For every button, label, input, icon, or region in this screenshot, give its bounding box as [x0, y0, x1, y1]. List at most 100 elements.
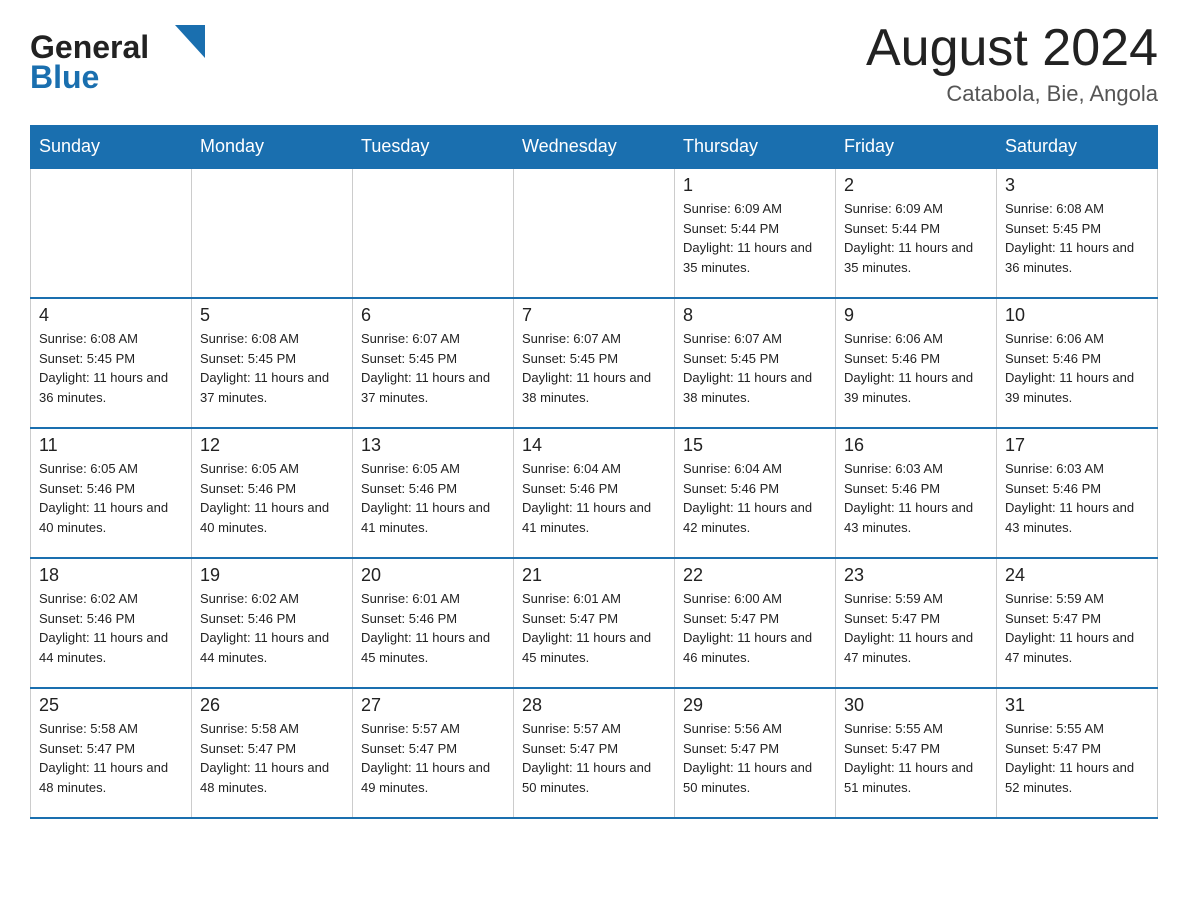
- calendar-cell: 9Sunrise: 6:06 AMSunset: 5:46 PMDaylight…: [836, 298, 997, 428]
- calendar-cell: 20Sunrise: 6:01 AMSunset: 5:46 PMDayligh…: [353, 558, 514, 688]
- day-info: Sunrise: 6:07 AMSunset: 5:45 PMDaylight:…: [683, 329, 827, 407]
- day-info: Sunrise: 6:03 AMSunset: 5:46 PMDaylight:…: [844, 459, 988, 537]
- calendar-cell: 8 Sunrise: 6:07 AMSunset: 5:45 PMDaylight…: [675, 298, 836, 428]
- calendar-cell: 7 Sunrise: 6:07 AMSunset: 5:45 PMDaylight…: [514, 298, 675, 428]
- title-area: August 2024 Catabola, Bie, Angola: [866, 20, 1158, 107]
- calendar-cell: 28 Sunrise: 5:57 AMSunset: 5:47 PMDayligh…: [514, 688, 675, 818]
- calendar-cell: 10Sunrise: 6:06 AMSunset: 5:46 PMDayligh…: [997, 298, 1158, 428]
- calendar-cell: 23 Sunrise: 5:59 AMSunset: 5:47 PMDayligh…: [836, 558, 997, 688]
- day-number: 4: [39, 305, 183, 326]
- day-info: Sunrise: 6:04 AMSunset: 5:46 PMDaylight:…: [683, 459, 827, 537]
- day-number: 12: [200, 435, 344, 456]
- calendar-cell: 25 Sunrise: 5:58 AMSunset: 5:47 PMDayligh…: [31, 688, 192, 818]
- day-info: Sunrise: 5:55 AMSunset: 5:47 PMDaylight:…: [844, 719, 988, 797]
- calendar-cell: 17 Sunrise: 6:03 AMSunset: 5:46 PMDayligh…: [997, 428, 1158, 558]
- calendar-cell: 15 Sunrise: 6:04 AMSunset: 5:46 PMDayligh…: [675, 428, 836, 558]
- day-info: Sunrise: 6:01 AMSunset: 5:47 PMDaylight:…: [522, 589, 666, 667]
- calendar-cell: 1Sunrise: 6:09 AMSunset: 5:44 PMDaylight…: [675, 168, 836, 298]
- day-number: 29: [683, 695, 827, 716]
- calendar-body: 1 Sunrise: 6:09 AMSunset: 5:44 PMDaylight…: [31, 168, 1158, 818]
- page-header: General Blue August 2024 Catabola, Bie, …: [30, 20, 1158, 107]
- calendar-week-3: 11Sunrise: 6:05 AMSunset: 5:46 PMDayligh…: [31, 428, 1158, 558]
- calendar-cell: 3Sunrise: 6:08 AMSunset: 5:45 PMDaylight…: [997, 168, 1158, 298]
- day-number: 21: [522, 565, 666, 586]
- logo-area: General Blue: [30, 20, 220, 95]
- day-number: 22: [683, 565, 827, 586]
- calendar-cell: [514, 168, 675, 298]
- day-number: 24: [1005, 565, 1149, 586]
- day-number: 13: [361, 435, 505, 456]
- calendar-week-5: 25 Sunrise: 5:58 AMSunset: 5:47 PMDayligh…: [31, 688, 1158, 818]
- day-info: Sunrise: 6:08 AMSunset: 5:45 PMDaylight:…: [200, 329, 344, 407]
- calendar-week-2: 4 Sunrise: 6:08 AMSunset: 5:45 PMDaylight…: [31, 298, 1158, 428]
- day-info: Sunrise: 5:57 AMSunset: 5:47 PMDaylight:…: [522, 719, 666, 797]
- day-number: 27: [361, 695, 505, 716]
- calendar-cell: 11Sunrise: 6:05 AMSunset: 5:46 PMDayligh…: [31, 428, 192, 558]
- calendar-week-4: 18 Sunrise: 6:02 AMSunset: 5:46 PMDayligh…: [31, 558, 1158, 688]
- day-info: Sunrise: 6:03 AMSunset: 5:46 PMDaylight:…: [1005, 459, 1149, 537]
- day-info: Sunrise: 6:05 AMSunset: 5:46 PMDaylight:…: [39, 459, 183, 537]
- day-info: Sunrise: 6:05 AMSunset: 5:46 PMDaylight:…: [361, 459, 505, 537]
- col-monday: Monday: [192, 126, 353, 169]
- day-info: Sunrise: 6:00 AMSunset: 5:47 PMDaylight:…: [683, 589, 827, 667]
- calendar-cell: 21 Sunrise: 6:01 AMSunset: 5:47 PMDayligh…: [514, 558, 675, 688]
- day-number: 17: [1005, 435, 1149, 456]
- day-info: Sunrise: 6:04 AMSunset: 5:46 PMDaylight:…: [522, 459, 666, 537]
- calendar-cell: 14 Sunrise: 6:04 AMSunset: 5:46 PMDayligh…: [514, 428, 675, 558]
- calendar-cell: 29Sunrise: 5:56 AMSunset: 5:47 PMDayligh…: [675, 688, 836, 818]
- day-number: 5: [200, 305, 344, 326]
- header-row: Sunday Monday Tuesday Wednesday Thursday…: [31, 126, 1158, 169]
- svg-text:Blue: Blue: [30, 59, 99, 95]
- day-info: Sunrise: 6:02 AMSunset: 5:46 PMDaylight:…: [200, 589, 344, 667]
- day-number: 14: [522, 435, 666, 456]
- day-number: 1: [683, 175, 827, 196]
- day-number: 15: [683, 435, 827, 456]
- day-info: Sunrise: 6:01 AMSunset: 5:46 PMDaylight:…: [361, 589, 505, 667]
- day-info: Sunrise: 6:09 AMSunset: 5:44 PMDaylight:…: [844, 199, 988, 277]
- logo: General Blue: [30, 20, 220, 95]
- day-info: Sunrise: 6:06 AMSunset: 5:46 PMDaylight:…: [1005, 329, 1149, 407]
- calendar-cell: [353, 168, 514, 298]
- calendar-week-1: 1 Sunrise: 6:09 AMSunset: 5:44 PMDaylight…: [31, 168, 1158, 298]
- calendar-cell: 6Sunrise: 6:07 AMSunset: 5:45 PMDaylight…: [353, 298, 514, 428]
- day-info: Sunrise: 6:02 AMSunset: 5:46 PMDaylight:…: [39, 589, 183, 667]
- day-info: Sunrise: 6:05 AMSunset: 5:46 PMDaylight:…: [200, 459, 344, 537]
- location-title: Catabola, Bie, Angola: [866, 81, 1158, 107]
- day-info: Sunrise: 6:07 AMSunset: 5:45 PMDaylight:…: [522, 329, 666, 407]
- day-number: 19: [200, 565, 344, 586]
- col-friday: Friday: [836, 126, 997, 169]
- day-number: 6: [361, 305, 505, 326]
- day-number: 8: [683, 305, 827, 326]
- day-number: 25: [39, 695, 183, 716]
- day-number: 18: [39, 565, 183, 586]
- day-number: 31: [1005, 695, 1149, 716]
- day-info: Sunrise: 5:58 AMSunset: 5:47 PMDaylight:…: [200, 719, 344, 797]
- day-number: 7: [522, 305, 666, 326]
- col-sunday: Sunday: [31, 126, 192, 169]
- calendar-cell: 19 Sunrise: 6:02 AMSunset: 5:46 PMDayligh…: [192, 558, 353, 688]
- calendar-cell: 2 Sunrise: 6:09 AMSunset: 5:44 PMDaylight…: [836, 168, 997, 298]
- col-saturday: Saturday: [997, 126, 1158, 169]
- calendar-cell: 18 Sunrise: 6:02 AMSunset: 5:46 PMDayligh…: [31, 558, 192, 688]
- day-info: Sunrise: 5:55 AMSunset: 5:47 PMDaylight:…: [1005, 719, 1149, 797]
- day-number: 2: [844, 175, 988, 196]
- calendar-cell: 24 Sunrise: 5:59 AMSunset: 5:47 PMDayligh…: [997, 558, 1158, 688]
- calendar-cell: [31, 168, 192, 298]
- col-wednesday: Wednesday: [514, 126, 675, 169]
- calendar-cell: 13 Sunrise: 6:05 AMSunset: 5:46 PMDayligh…: [353, 428, 514, 558]
- logo-svg: General Blue: [30, 20, 220, 95]
- calendar-cell: 27Sunrise: 5:57 AMSunset: 5:47 PMDayligh…: [353, 688, 514, 818]
- day-info: Sunrise: 5:58 AMSunset: 5:47 PMDaylight:…: [39, 719, 183, 797]
- day-info: Sunrise: 5:59 AMSunset: 5:47 PMDaylight:…: [1005, 589, 1149, 667]
- day-number: 16: [844, 435, 988, 456]
- day-info: Sunrise: 6:08 AMSunset: 5:45 PMDaylight:…: [39, 329, 183, 407]
- calendar-cell: 26 Sunrise: 5:58 AMSunset: 5:47 PMDayligh…: [192, 688, 353, 818]
- calendar-cell: 4 Sunrise: 6:08 AMSunset: 5:45 PMDaylight…: [31, 298, 192, 428]
- day-number: 26: [200, 695, 344, 716]
- day-info: Sunrise: 5:59 AMSunset: 5:47 PMDaylight:…: [844, 589, 988, 667]
- day-number: 23: [844, 565, 988, 586]
- calendar-cell: 5 Sunrise: 6:08 AMSunset: 5:45 PMDaylight…: [192, 298, 353, 428]
- day-number: 30: [844, 695, 988, 716]
- day-info: Sunrise: 6:08 AMSunset: 5:45 PMDaylight:…: [1005, 199, 1149, 277]
- day-number: 28: [522, 695, 666, 716]
